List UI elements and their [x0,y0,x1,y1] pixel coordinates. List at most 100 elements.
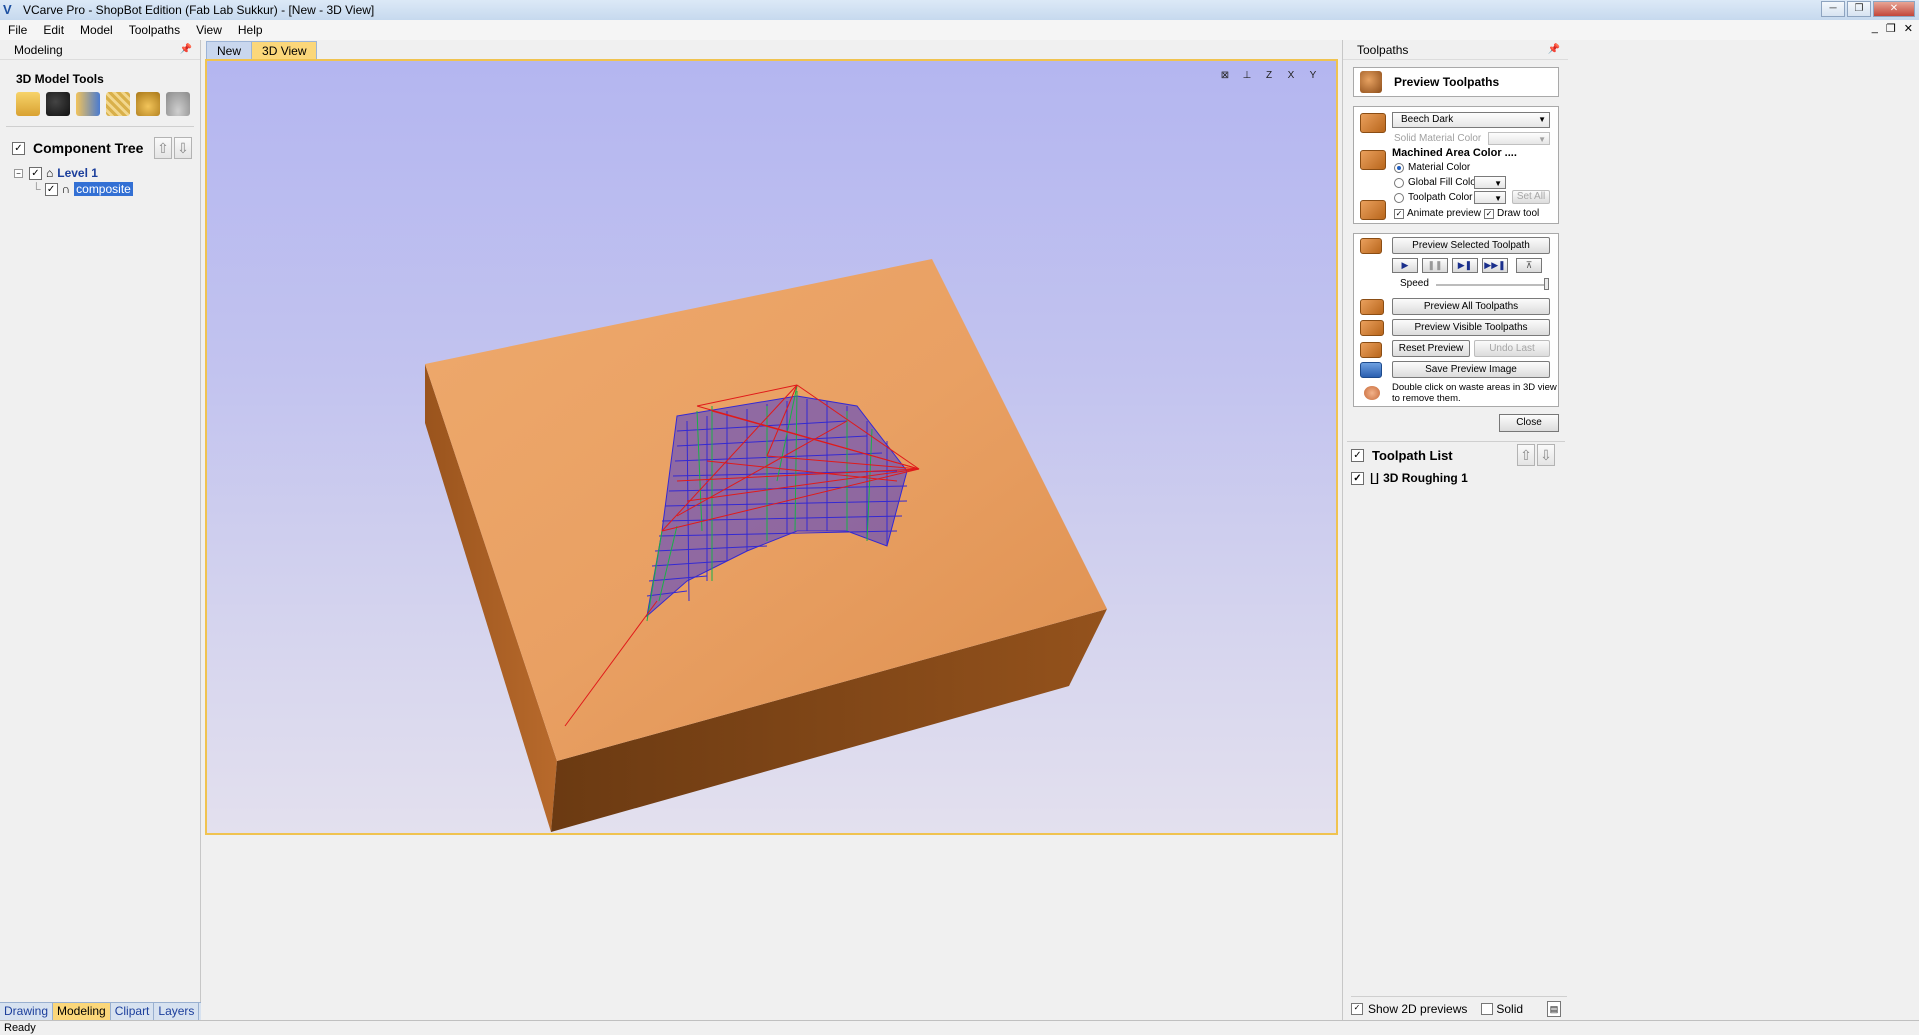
mdi-restore-button[interactable]: ❐ [1886,22,1896,35]
radio-toolpath-color[interactable]: Toolpath Color [1394,192,1472,203]
grid-icon[interactable] [106,92,130,116]
menu-toolpaths[interactable]: Toolpaths [121,23,188,37]
arrow-icon[interactable] [76,92,100,116]
move-down-button[interactable]: ⇩ [1537,444,1555,466]
pin-icon[interactable]: 📌 [180,40,192,60]
tab-3d-view[interactable]: 3D View [251,41,318,59]
level-label[interactable]: Level 1 [57,166,98,180]
preview-selected-toolpath-button[interactable]: Preview Selected Toolpath [1392,237,1550,254]
level-checkbox[interactable]: ✓ [29,166,42,180]
radio-global-fill-color[interactable]: Global Fill Color [1394,177,1479,188]
step-button[interactable]: ▶❚ [1452,258,1478,273]
mdi-minimize-button[interactable]: _ [1872,22,1878,35]
show-2d-previews-checkbox[interactable]: ✓ [1351,1002,1363,1015]
tree-row-component[interactable]: └ ✓ ∩ composite [32,181,200,197]
reset-preview-button[interactable]: Reset Preview [1392,340,1470,357]
chevron-down-icon: ▼ [1538,135,1546,144]
heap-icon[interactable] [166,92,190,116]
menu-file[interactable]: File [0,23,35,37]
menu-edit[interactable]: Edit [35,23,72,37]
tab-layers[interactable]: Layers [154,1003,200,1020]
toolpath-summary-icon[interactable]: ▤ [1547,1000,1561,1017]
waste-click-icon [1364,386,1380,400]
checkbox[interactable]: ✓ [1394,208,1404,219]
toolpath-order-buttons: ⇧ ⇩ [1517,444,1555,466]
radio-material-color[interactable]: Material Color [1394,162,1470,173]
3d-viewport[interactable]: ⊠ ⊥ Z X Y [205,59,1338,835]
menu-bar: File Edit Model Toolpaths View Help _ ❐ … [0,20,1919,40]
toolpath-item-label[interactable]: 3D Roughing 1 [1383,471,1468,485]
pin-icon[interactable]: 📌 [1548,40,1560,60]
speed-slider-knob[interactable] [1544,278,1549,290]
component-checkbox[interactable]: ✓ [44,182,58,196]
radio-toolpath-label: Toolpath Color [1408,192,1473,203]
wrench-icon[interactable] [46,92,70,116]
toolpath-bottom-options: ✓ Show 2D previews Solid ▤ [1351,996,1567,1020]
solid-material-color-dropdown[interactable]: ▼ [1488,132,1550,145]
rewind-top-button[interactable]: ⊼ [1516,258,1542,273]
mdi-close-button[interactable]: ✕ [1904,22,1913,35]
hint-line-2: to remove them. [1392,393,1461,404]
solid-checkbox[interactable] [1481,1002,1494,1015]
radio-button[interactable] [1394,177,1404,188]
preview-visible-icon [1360,320,1384,336]
menu-help[interactable]: Help [230,23,271,37]
lock-icon[interactable] [136,92,160,116]
move-down-button[interactable]: ⇩ [174,137,192,159]
component-tree-checkbox[interactable]: ✓ [12,141,25,155]
material-icon [1360,113,1386,133]
draw-tool-checkbox[interactable]: ✓ Draw tool [1484,208,1539,219]
tab-modeling[interactable]: Modeling [53,1003,111,1020]
radio-button[interactable] [1394,192,1404,203]
collapse-icon[interactable]: − [14,168,23,178]
menu-view[interactable]: View [188,23,230,37]
model-tools-toolbar [16,92,200,116]
toolpath-list-checkbox[interactable]: ✓ [1351,448,1364,462]
preview-all-toolpaths-button[interactable]: Preview All Toolpaths [1392,298,1550,315]
window-title: VCarve Pro - ShopBot Edition (Fab Lab Su… [23,3,375,17]
status-text: Ready [4,1022,36,1034]
animate-preview-label: Animate preview [1407,208,1481,219]
save-preview-image-button[interactable]: Save Preview Image [1392,361,1550,378]
move-up-button[interactable]: ⇧ [1517,444,1535,466]
toolpath-list-label: Toolpath List [1372,447,1453,463]
close-button[interactable]: Close [1499,414,1559,432]
solid-label: Solid [1496,1001,1524,1016]
tab-clipart[interactable]: Clipart [111,1003,155,1020]
tab-new[interactable]: New [206,41,253,59]
component-label[interactable]: composite [74,182,133,196]
title-bar: V VCarve Pro - ShopBot Edition (Fab Lab … [0,0,1919,20]
chevron-down-icon: ▼ [1494,179,1502,188]
preview-visible-toolpaths-button[interactable]: Preview Visible Toolpaths [1392,319,1550,336]
machined-area-color-label: Machined Area Color .... [1392,147,1517,159]
undo-last-button[interactable]: Undo Last [1474,340,1550,357]
animate-icon [1360,200,1386,220]
close-window-button[interactable]: ✕ [1873,1,1915,17]
tree-order-buttons: ⇧ ⇩ [154,137,192,159]
tab-drawing[interactable]: Drawing [0,1003,54,1020]
preview-all-icon [1360,299,1384,315]
pause-button[interactable]: ❚❚ [1422,258,1448,273]
menu-model[interactable]: Model [72,23,121,37]
radio-button[interactable] [1394,162,1404,173]
chevron-down-icon: ▼ [1538,115,1546,124]
modeling-panel-header: Modeling 📌 [0,40,200,60]
toolpath-item[interactable]: ✓ ∐ 3D Roughing 1 [1351,470,1468,486]
material-dropdown[interactable]: Beech Dark ▼ [1392,112,1550,128]
speed-slider-track[interactable] [1436,284,1548,286]
minimize-button[interactable]: ─ [1821,1,1845,17]
status-bar: Ready [0,1020,1919,1035]
toolpath-item-checkbox[interactable]: ✓ [1351,471,1364,485]
waste-hint: Double click on waste areas in 3D view t… [1392,382,1557,404]
tree-row-level[interactable]: − ✓ ⌂ Level 1 [14,165,200,181]
checkbox[interactable]: ✓ [1484,208,1494,219]
fast-forward-button[interactable]: ▶▶❚ [1482,258,1508,273]
animate-preview-checkbox[interactable]: ✓ Animate preview [1394,208,1481,219]
open-folder-icon[interactable] [16,92,40,116]
set-all-button[interactable]: Set All [1512,190,1550,204]
global-fill-color-dropdown[interactable]: ▼ [1474,176,1506,189]
toolpath-color-dropdown[interactable]: ▼ [1474,191,1506,204]
move-up-button[interactable]: ⇧ [154,137,172,159]
maximize-button[interactable]: ❐ [1847,1,1871,17]
play-button[interactable]: ▶ [1392,258,1418,273]
